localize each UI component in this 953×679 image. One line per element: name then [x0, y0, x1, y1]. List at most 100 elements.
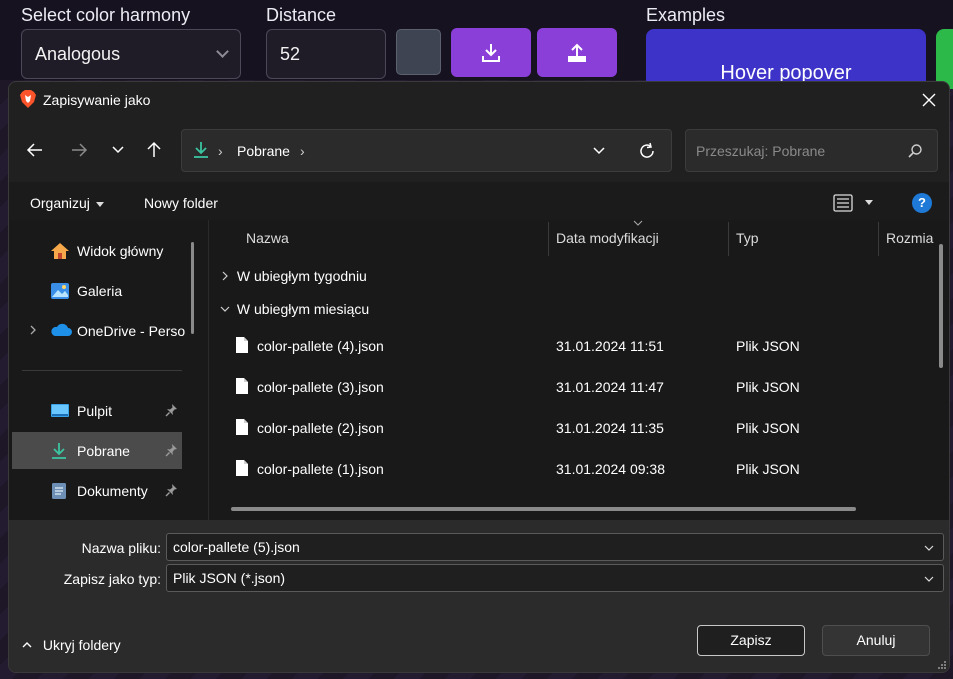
sidebar-item-downloads[interactable]: Pobrane — [12, 432, 182, 469]
filetype-label: Zapisz jako typ: — [63, 571, 161, 587]
resize-grip-icon[interactable] — [937, 660, 947, 670]
navigation-bar: › Pobrane › Przeszukaj: Pobrane — [9, 118, 949, 182]
column-divider[interactable] — [548, 222, 549, 256]
chevron-down-icon — [216, 44, 229, 58]
column-divider[interactable] — [728, 222, 729, 256]
close-icon[interactable] — [919, 90, 939, 110]
sidebar-item-desktop[interactable]: Pulpit — [12, 392, 182, 429]
color-harmony-select[interactable]: Analogous — [21, 29, 241, 79]
dialog-footer: Nazwa pliku: color-pallete (5).json Zapi… — [9, 520, 949, 672]
sidebar-item-home[interactable]: Widok główny — [12, 232, 182, 269]
download-button[interactable] — [451, 28, 531, 77]
column-header-type[interactable]: Typ — [736, 230, 759, 246]
sidebar-item-label: OneDrive - Perso — [77, 323, 185, 339]
filetype-select[interactable]: Plik JSON (*.json) — [166, 564, 944, 592]
file-type: Plik JSON — [736, 420, 800, 436]
organize-label: Organizuj — [30, 195, 90, 211]
chevron-down-icon[interactable] — [923, 542, 935, 554]
chevron-up-icon — [22, 642, 32, 648]
distance-input[interactable]: 52 — [266, 29, 386, 79]
hover-popover-button[interactable]: Hover popover — [646, 29, 926, 89]
upload-icon — [568, 43, 586, 62]
breadcrumb-pobrane[interactable]: Pobrane — [237, 143, 290, 159]
file-list-horizontal-scrollbar[interactable] — [231, 507, 856, 511]
pin-icon[interactable] — [165, 403, 179, 417]
distance-value: 52 — [280, 43, 301, 64]
search-placeholder: Przeszukaj: Pobrane — [696, 143, 826, 159]
file-date: 31.01.2024 11:51 — [556, 338, 664, 354]
chevron-right-icon — [222, 271, 228, 281]
breadcrumb-separator[interactable]: › — [300, 143, 305, 159]
filetype-value: Plik JSON (*.json) — [173, 570, 286, 586]
arrow-left-icon — [26, 143, 42, 157]
address-bar[interactable]: › Pobrane › — [181, 129, 672, 172]
column-header-date[interactable]: Data modyfikacji — [556, 230, 659, 246]
upload-button[interactable] — [537, 28, 617, 77]
dialog-title: Zapisywanie jako — [43, 92, 151, 108]
group-header-last-week[interactable]: W ubiegłym tygodniu — [219, 268, 367, 284]
save-as-dialog: Zapisywanie jako › Pobrane › Przeszukaj:… — [8, 81, 950, 673]
onedrive-icon — [51, 323, 72, 336]
arrow-right-icon — [72, 143, 88, 157]
new-folder-label: Nowy folder — [144, 195, 218, 211]
sidebar-item-onedrive[interactable]: OneDrive - Perso — [12, 312, 185, 349]
forward-button[interactable] — [65, 136, 93, 164]
group-header-last-month[interactable]: W ubiegłym miesiącu — [219, 301, 369, 317]
file-row[interactable]: color-pallete (4).json 31.01.2024 11:51 … — [209, 325, 929, 366]
arrow-up-icon — [147, 141, 161, 157]
pin-icon[interactable] — [165, 483, 179, 497]
download-icon — [482, 43, 500, 62]
dialog-titlebar: Zapisywanie jako — [9, 82, 949, 118]
example-green-button[interactable] — [936, 29, 953, 89]
view-options-caret-icon[interactable] — [865, 200, 873, 205]
help-icon[interactable]: ? — [912, 193, 932, 213]
search-input[interactable]: Przeszukaj: Pobrane — [685, 129, 938, 172]
documents-icon — [52, 483, 66, 499]
sidebar-scrollbar[interactable] — [191, 242, 194, 334]
filename-input[interactable]: color-pallete (5).json — [166, 533, 944, 561]
file-list-vertical-scrollbar[interactable] — [939, 244, 943, 368]
up-button[interactable] — [140, 136, 168, 164]
back-button[interactable] — [21, 136, 49, 164]
recent-locations-button[interactable] — [104, 136, 132, 164]
brave-logo-icon — [20, 90, 36, 108]
file-name: color-pallete (1).json — [257, 461, 384, 477]
file-name: color-pallete (2).json — [257, 420, 384, 436]
file-type: Plik JSON — [736, 338, 800, 354]
refresh-icon[interactable] — [638, 142, 656, 160]
file-row[interactable]: color-pallete (2).json 31.01.2024 11:35 … — [209, 407, 929, 448]
column-divider[interactable] — [878, 222, 879, 256]
chevron-down-icon — [924, 576, 934, 582]
column-header-name[interactable]: Nazwa — [246, 230, 289, 246]
column-header-size[interactable]: Rozmia — [886, 230, 934, 246]
organize-button[interactable]: Organizuj — [30, 195, 104, 211]
file-type: Plik JSON — [736, 379, 800, 395]
group-label: W ubiegłym tygodniu — [236, 268, 367, 284]
desktop-icon — [51, 404, 69, 417]
chevron-down-icon — [112, 146, 124, 154]
download-folder-icon — [194, 142, 208, 158]
chevron-down-icon[interactable] — [592, 144, 606, 158]
new-folder-button[interactable]: Nowy folder — [144, 195, 218, 211]
file-row[interactable]: color-pallete (1).json 31.01.2024 09:38 … — [209, 448, 929, 489]
save-button[interactable]: Zapisz — [697, 625, 805, 656]
distance-label: Distance — [266, 5, 337, 25]
cancel-button[interactable]: Anuluj — [822, 625, 930, 656]
caret-down-icon — [95, 201, 104, 207]
breadcrumb-separator: › — [218, 143, 223, 159]
sidebar-item-documents[interactable]: Dokumenty — [12, 472, 182, 509]
sidebar-item-gallery[interactable]: Galeria — [12, 272, 182, 309]
download-icon — [52, 443, 66, 459]
search-icon — [908, 144, 922, 158]
view-list-icon[interactable] — [833, 193, 853, 213]
file-type: Plik JSON — [736, 461, 800, 477]
sidebar-item-label: Galeria — [77, 283, 123, 299]
hide-folders-button[interactable]: Ukryj foldery — [21, 637, 121, 653]
filename-label: Nazwa pliku: — [81, 540, 161, 556]
file-date: 31.01.2024 11:47 — [556, 379, 664, 395]
sort-indicator-icon — [633, 220, 643, 226]
file-row[interactable]: color-pallete (3).json 31.01.2024 11:47 … — [209, 366, 929, 407]
file-icon — [236, 337, 248, 353]
color-swatch[interactable] — [396, 29, 441, 75]
pin-icon[interactable] — [165, 443, 179, 457]
